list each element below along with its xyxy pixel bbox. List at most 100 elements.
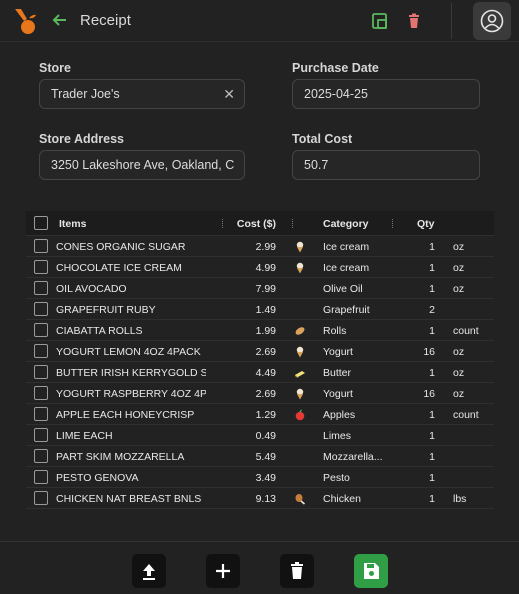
row-checkbox[interactable] (34, 491, 48, 505)
item-qty[interactable]: 1 (429, 283, 435, 295)
item-cost[interactable]: 9.13 (256, 493, 276, 505)
item-name[interactable]: BUTTER IRISH KERRYGOLD S (56, 367, 206, 379)
column-separator[interactable] (292, 219, 294, 228)
table-row[interactable]: YOGURT RASPBERRY 4OZ 4PA 2.69 Yogurt 16 oz (26, 383, 494, 404)
item-qty[interactable]: 1 (429, 430, 435, 442)
item-name[interactable]: CIABATTA ROLLS (56, 325, 206, 337)
delete-items-button[interactable] (280, 554, 314, 588)
item-unit[interactable]: lbs (453, 493, 466, 505)
item-name[interactable]: PESTO GENOVA (56, 472, 206, 484)
item-name[interactable]: GRAPEFRUIT RUBY (56, 304, 206, 316)
row-checkbox[interactable] (34, 365, 48, 379)
item-qty[interactable]: 1 (429, 325, 435, 337)
item-name[interactable]: CONES ORGANIC SUGAR (56, 241, 206, 253)
row-checkbox[interactable] (34, 344, 48, 358)
table-row[interactable]: LIME EACH 0.49 Limes 1 (26, 425, 494, 446)
item-unit[interactable]: oz (453, 346, 464, 358)
table-row[interactable]: PART SKIM MOZZARELLA 5.49 Mozzarella... 1 (26, 446, 494, 467)
item-name[interactable]: PART SKIM MOZZARELLA (56, 451, 206, 463)
item-qty[interactable]: 1 (429, 241, 435, 253)
item-unit[interactable]: oz (453, 283, 464, 295)
header-category[interactable]: Category (323, 218, 369, 230)
item-unit[interactable]: count (453, 325, 479, 337)
column-separator[interactable] (392, 219, 394, 228)
row-checkbox[interactable] (34, 281, 48, 295)
item-cost[interactable]: 4.99 (256, 262, 276, 274)
item-category[interactable]: Ice cream (323, 262, 369, 274)
table-row[interactable]: GRAPEFRUIT RUBY 1.49 Grapefruit 2 (26, 299, 494, 320)
item-unit[interactable]: oz (453, 367, 464, 379)
header-qty[interactable]: Qty (417, 218, 435, 230)
item-unit[interactable]: count (453, 409, 479, 421)
table-row[interactable]: YOGURT LEMON 4OZ 4PACK 2.69 Yogurt 16 oz (26, 341, 494, 362)
item-unit[interactable]: oz (453, 262, 464, 274)
item-name[interactable]: YOGURT RASPBERRY 4OZ 4PA (56, 388, 206, 400)
total-cost-input[interactable]: 50.7 (292, 150, 480, 180)
item-cost[interactable]: 0.49 (256, 430, 276, 442)
item-cost[interactable]: 5.49 (256, 451, 276, 463)
save-copy-icon[interactable] (369, 10, 391, 32)
table-row[interactable]: OIL AVOCADO 7.99 Olive Oil 1 oz (26, 278, 494, 299)
item-qty[interactable]: 1 (429, 493, 435, 505)
store-address-input[interactable]: 3250 Lakeshore Ave, Oakland, C (39, 150, 245, 180)
item-cost[interactable]: 4.49 (256, 367, 276, 379)
item-qty[interactable]: 1 (429, 451, 435, 463)
item-category[interactable]: Rolls (323, 325, 346, 337)
save-button[interactable] (354, 554, 388, 588)
item-cost[interactable]: 1.49 (256, 304, 276, 316)
item-category[interactable]: Ice cream (323, 241, 369, 253)
item-category[interactable]: Grapefruit (323, 304, 370, 316)
item-cost[interactable]: 7.99 (256, 283, 276, 295)
row-checkbox[interactable] (34, 239, 48, 253)
table-row[interactable]: CHOCOLATE ICE CREAM 4.99 Ice cream 1 oz (26, 257, 494, 278)
row-checkbox[interactable] (34, 260, 48, 274)
purchase-date-input[interactable]: 2025-04-25 (292, 79, 480, 109)
table-row[interactable]: BUTTER IRISH KERRYGOLD S 4.49 Butter 1 oz (26, 362, 494, 383)
item-category[interactable]: Yogurt (323, 346, 353, 358)
item-unit[interactable]: oz (453, 241, 464, 253)
column-separator[interactable] (222, 219, 224, 228)
item-qty[interactable]: 1 (429, 472, 435, 484)
item-cost[interactable]: 1.99 (256, 325, 276, 337)
item-name[interactable]: APPLE EACH HONEYCRISP (56, 409, 206, 421)
item-category[interactable]: Yogurt (323, 388, 353, 400)
item-name[interactable]: CHOCOLATE ICE CREAM (56, 262, 206, 274)
item-name[interactable]: CHICKEN NAT BREAST BNLS (56, 493, 206, 505)
item-unit[interactable]: oz (453, 388, 464, 400)
item-category[interactable]: Chicken (323, 493, 361, 505)
back-arrow-icon[interactable] (50, 10, 70, 30)
header-items[interactable]: Items (59, 218, 86, 230)
item-qty[interactable]: 1 (429, 367, 435, 379)
row-checkbox[interactable] (34, 428, 48, 442)
row-checkbox[interactable] (34, 386, 48, 400)
row-checkbox[interactable] (34, 407, 48, 421)
item-name[interactable]: OIL AVOCADO (56, 283, 206, 295)
table-row[interactable]: CONES ORGANIC SUGAR 2.99 Ice cream 1 oz (26, 236, 494, 257)
row-checkbox[interactable] (34, 302, 48, 316)
item-category[interactable]: Pesto (323, 472, 350, 484)
item-cost[interactable]: 2.69 (256, 346, 276, 358)
store-input[interactable]: Trader Joe's ✕ (39, 79, 245, 109)
item-qty[interactable]: 2 (429, 304, 435, 316)
item-category[interactable]: Limes (323, 430, 351, 442)
item-category[interactable]: Butter (323, 367, 351, 379)
select-all-checkbox[interactable] (34, 216, 48, 230)
add-item-button[interactable] (206, 554, 240, 588)
item-cost[interactable]: 2.69 (256, 388, 276, 400)
item-qty[interactable]: 1 (429, 409, 435, 421)
item-qty[interactable]: 16 (423, 388, 435, 400)
table-row[interactable]: APPLE EACH HONEYCRISP 1.29 Apples 1 count (26, 404, 494, 425)
header-cost[interactable]: Cost ($) (237, 218, 276, 230)
item-name[interactable]: LIME EACH (56, 430, 206, 442)
account-button[interactable] (473, 2, 511, 40)
item-qty[interactable]: 1 (429, 262, 435, 274)
row-checkbox[interactable] (34, 449, 48, 463)
clear-icon[interactable]: ✕ (223, 80, 235, 108)
table-row[interactable]: PESTO GENOVA 3.49 Pesto 1 (26, 467, 494, 488)
item-qty[interactable]: 16 (423, 346, 435, 358)
table-row[interactable]: CHICKEN NAT BREAST BNLS 9.13 Chicken 1 lbs (26, 488, 494, 509)
table-row[interactable]: CIABATTA ROLLS 1.99 Rolls 1 count (26, 320, 494, 341)
item-cost[interactable]: 3.49 (256, 472, 276, 484)
row-checkbox[interactable] (34, 470, 48, 484)
row-checkbox[interactable] (34, 323, 48, 337)
